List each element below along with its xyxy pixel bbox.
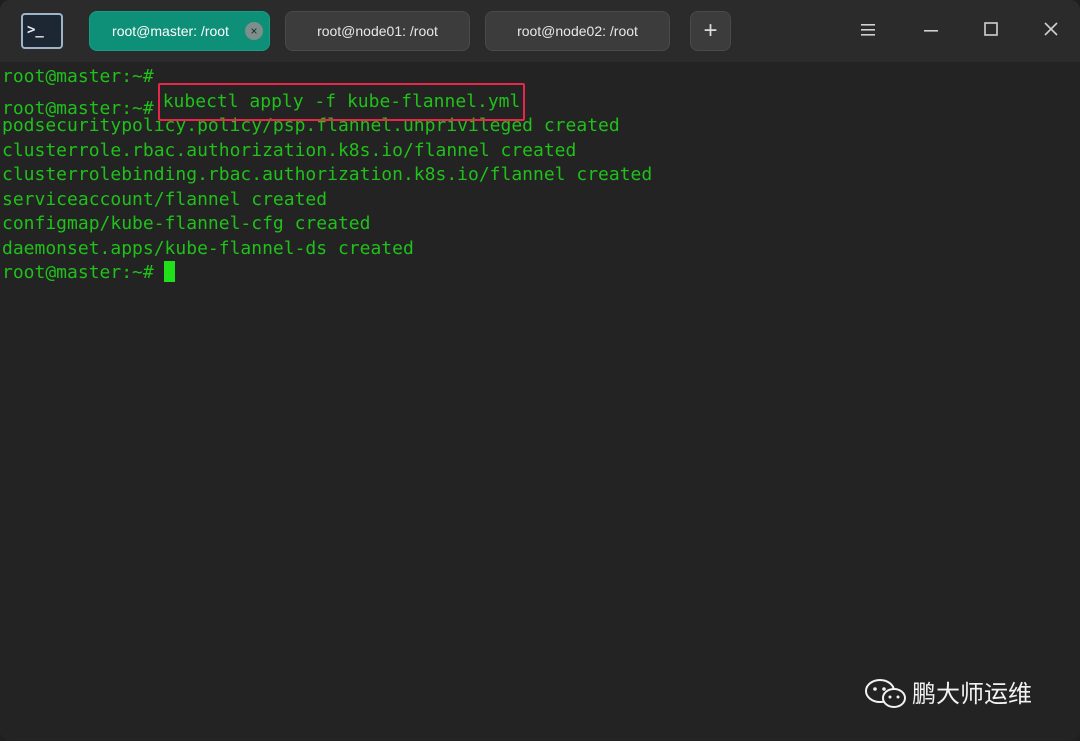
minimize-icon[interactable] xyxy=(916,16,946,46)
terminal-output[interactable]: root@master:~# root@master:~# kubectl app… xyxy=(0,62,1080,741)
tab-label: root@node02: /root xyxy=(517,23,638,39)
menu-icon-glyph xyxy=(861,24,875,36)
output-line: clusterrolebinding.rbac.authorization.k8… xyxy=(2,164,653,185)
output-line: configmap/kube-flannel-cfg created xyxy=(2,213,371,234)
command-line: root@master:~# kubectl apply -f kube-flan… xyxy=(2,82,1080,121)
close-icon-glyph xyxy=(1044,22,1058,36)
terminal-icon[interactable]: >_ xyxy=(21,13,63,49)
title-bar: >_ root@master: /root × root@node01: /ro… xyxy=(0,0,1080,62)
minimize-icon-glyph xyxy=(924,30,938,32)
highlighted-command: kubectl apply -f kube-flannel.yml xyxy=(157,82,526,121)
output-line: clusterrole.rbac.authorization.k8s.io/fl… xyxy=(2,139,577,161)
watermark-text: 鹏大师运维 xyxy=(912,680,1032,708)
prompt: root@master:~# xyxy=(2,66,154,87)
tab-label: root@node01: /root xyxy=(317,23,438,39)
maximize-icon[interactable] xyxy=(976,16,1006,46)
output-line: daemonset.apps/kube-flannel-ds created xyxy=(2,237,414,259)
close-tab-icon[interactable]: × xyxy=(245,22,263,40)
output-line: serviceaccount/flannel created xyxy=(2,188,328,210)
menu-icon[interactable] xyxy=(853,16,883,46)
tab-node01[interactable]: root@node01: /root xyxy=(285,11,470,51)
terminal-window: >_ root@master: /root × root@node01: /ro… xyxy=(0,0,1080,741)
prompt: root@master:~# xyxy=(2,262,154,283)
wechat-logo-icon xyxy=(865,679,906,708)
tab-master[interactable]: root@master: /root × xyxy=(89,11,270,51)
tab-node02[interactable]: root@node02: /root xyxy=(485,11,670,51)
close-icon[interactable] xyxy=(1036,16,1066,46)
new-tab-button[interactable]: + xyxy=(690,11,731,51)
prompt-line: root@master:~# xyxy=(2,260,1080,286)
text-cursor xyxy=(163,260,175,282)
maximize-icon-glyph xyxy=(984,22,998,36)
tab-label: root@master: /root xyxy=(112,23,229,39)
